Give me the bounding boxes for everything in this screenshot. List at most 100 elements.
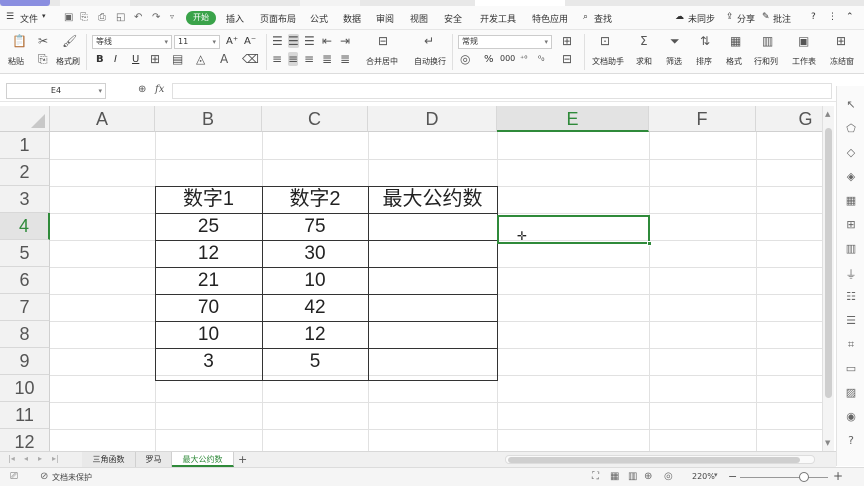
- name-box[interactable]: E4 ▾: [6, 83, 106, 99]
- tab-security[interactable]: 安全: [444, 12, 462, 25]
- number-format-select[interactable]: 常规 ▾: [458, 35, 552, 49]
- cell-c7[interactable]: 42: [262, 294, 368, 321]
- row-header-7[interactable]: 7: [0, 294, 50, 321]
- collapse-ribbon-icon[interactable]: ⌃: [846, 12, 854, 22]
- paste-button[interactable]: 粘贴: [8, 56, 24, 67]
- last-sheet-icon[interactable]: ▸|: [52, 454, 59, 463]
- italic-button[interactable]: I: [114, 54, 117, 65]
- help-circle-icon[interactable]: ?: [843, 434, 859, 447]
- zoom-slider-knob[interactable]: [799, 472, 810, 482]
- distribute-icon[interactable]: ≣: [340, 52, 350, 66]
- cell-d9[interactable]: [368, 348, 497, 375]
- list-alt-icon[interactable]: ☰: [843, 314, 859, 327]
- fill-color-icon[interactable]: ▤: [172, 52, 183, 66]
- rows-cols-button[interactable]: 行和列: [754, 56, 778, 67]
- wrap-text-icon[interactable]: ↵: [424, 34, 434, 48]
- align-left-icon[interactable]: ≡: [272, 52, 282, 66]
- tab-formulas[interactable]: 公式: [310, 12, 328, 25]
- add-sheet-button[interactable]: +: [238, 452, 247, 467]
- chevron-down-icon[interactable]: ▾: [42, 12, 46, 20]
- border-icon[interactable]: ⊞: [150, 52, 160, 66]
- column-header-d[interactable]: D: [368, 106, 497, 132]
- hamburger-icon[interactable]: ☰: [6, 12, 14, 22]
- increase-font-icon[interactable]: A⁺: [226, 36, 238, 47]
- font-name-select[interactable]: 等线 ▾: [92, 35, 172, 49]
- increase-decimal-icon[interactable]: ⁺⁰: [520, 54, 527, 63]
- column-header-b[interactable]: B: [155, 106, 262, 132]
- row-header-10[interactable]: 10: [0, 375, 50, 402]
- column-header-c[interactable]: C: [262, 106, 368, 132]
- cell-b7[interactable]: 70: [155, 294, 262, 321]
- cell-c9[interactable]: 5: [262, 348, 368, 375]
- tab-special[interactable]: 特色应用: [532, 12, 568, 25]
- cell-b3[interactable]: 数字1: [155, 186, 262, 213]
- align-top-icon[interactable]: ☰: [272, 34, 283, 48]
- filter-button[interactable]: 筛选: [666, 56, 682, 67]
- crop-icon[interactable]: ⌗: [843, 338, 859, 352]
- tab-data[interactable]: 数据: [343, 12, 361, 25]
- column-header-f[interactable]: F: [649, 106, 756, 132]
- share-button[interactable]: 分享: [737, 12, 755, 25]
- freeze-icon[interactable]: ⊞: [836, 34, 846, 48]
- freeze-button[interactable]: 冻结窗: [830, 56, 854, 67]
- cell-b4[interactable]: 25: [155, 213, 262, 240]
- worksheet-button[interactable]: 工作表: [792, 56, 816, 67]
- format-painter-icon[interactable]: 🖌: [62, 34, 77, 48]
- sort-button[interactable]: 排序: [696, 56, 712, 67]
- vertical-scrollbar[interactable]: ▲ ▼: [822, 106, 834, 451]
- tab-view[interactable]: 视图: [410, 12, 428, 25]
- cell-d6[interactable]: [368, 267, 497, 294]
- vertical-scroll-thumb[interactable]: [825, 128, 832, 398]
- settings-icon[interactable]: ◉: [843, 410, 859, 423]
- percent-button[interactable]: %: [484, 54, 494, 65]
- sort-icon[interactable]: ⇅: [700, 34, 710, 48]
- column-header-e[interactable]: E: [497, 106, 649, 132]
- cell-c5[interactable]: 30: [262, 240, 368, 267]
- menu-file[interactable]: 文件: [20, 12, 38, 25]
- row-header-9[interactable]: 9: [0, 348, 50, 375]
- cut-icon[interactable]: ✂: [38, 34, 48, 48]
- tab-review[interactable]: 审阅: [376, 12, 394, 25]
- cell-c8[interactable]: 12: [262, 321, 368, 348]
- select-pointer-icon[interactable]: ↖: [843, 98, 859, 111]
- bold-button[interactable]: B: [96, 54, 104, 65]
- currency-icon[interactable]: ◎: [460, 52, 470, 66]
- zoom-icon[interactable]: ⊕: [138, 84, 146, 95]
- page-layout-view-icon[interactable]: ▥: [628, 471, 637, 482]
- cell-b9[interactable]: 3: [155, 348, 262, 375]
- merge-center-button[interactable]: 合并居中: [366, 56, 398, 67]
- wrap-text-button[interactable]: 自动换行: [414, 56, 446, 67]
- next-sheet-icon[interactable]: ▸: [38, 454, 42, 463]
- cell-c6[interactable]: 10: [262, 267, 368, 294]
- worksheet-icon[interactable]: ▣: [798, 34, 809, 48]
- align-right-icon[interactable]: ≡: [304, 52, 314, 66]
- fx-button[interactable]: fx: [155, 84, 164, 95]
- align-middle-icon[interactable]: ☰: [288, 34, 299, 48]
- backup-icon[interactable]: ▭: [843, 362, 859, 375]
- row-header-12[interactable]: 12: [0, 429, 50, 451]
- macro-icon[interactable]: ⎚: [10, 471, 18, 482]
- zoom-in-button[interactable]: +: [833, 469, 843, 483]
- grid-icon[interactable]: ⊞: [843, 218, 859, 231]
- cell-style-icon[interactable]: ⊟: [562, 52, 572, 66]
- protection-status[interactable]: 文档未保护: [52, 472, 92, 483]
- row-header-6[interactable]: 6: [0, 267, 50, 294]
- align-center-icon[interactable]: ≡: [288, 52, 299, 66]
- eye-protect-icon[interactable]: ◎: [664, 471, 673, 482]
- save-icon[interactable]: ▣: [64, 12, 73, 23]
- decrease-decimal-icon[interactable]: ⁰₀: [538, 54, 544, 63]
- row-header-3[interactable]: 3: [0, 186, 50, 213]
- tab-insert[interactable]: 插入: [226, 12, 244, 25]
- search-button[interactable]: 查找: [594, 12, 612, 25]
- zoom-slider-track[interactable]: [740, 477, 828, 478]
- horizontal-scrollbar[interactable]: [505, 455, 815, 464]
- doc-assistant-icon[interactable]: ⊡: [600, 34, 610, 48]
- select-all-corner[interactable]: [0, 106, 50, 132]
- indent-decrease-icon[interactable]: ⇤: [322, 34, 332, 48]
- sync-status[interactable]: 未同步: [688, 12, 715, 25]
- first-sheet-icon[interactable]: |◂: [8, 454, 15, 463]
- chart-icon[interactable]: ▥: [843, 242, 859, 255]
- cell-d5[interactable]: [368, 240, 497, 267]
- sum-button[interactable]: 求和: [636, 56, 652, 67]
- table-icon[interactable]: ▦: [843, 194, 859, 207]
